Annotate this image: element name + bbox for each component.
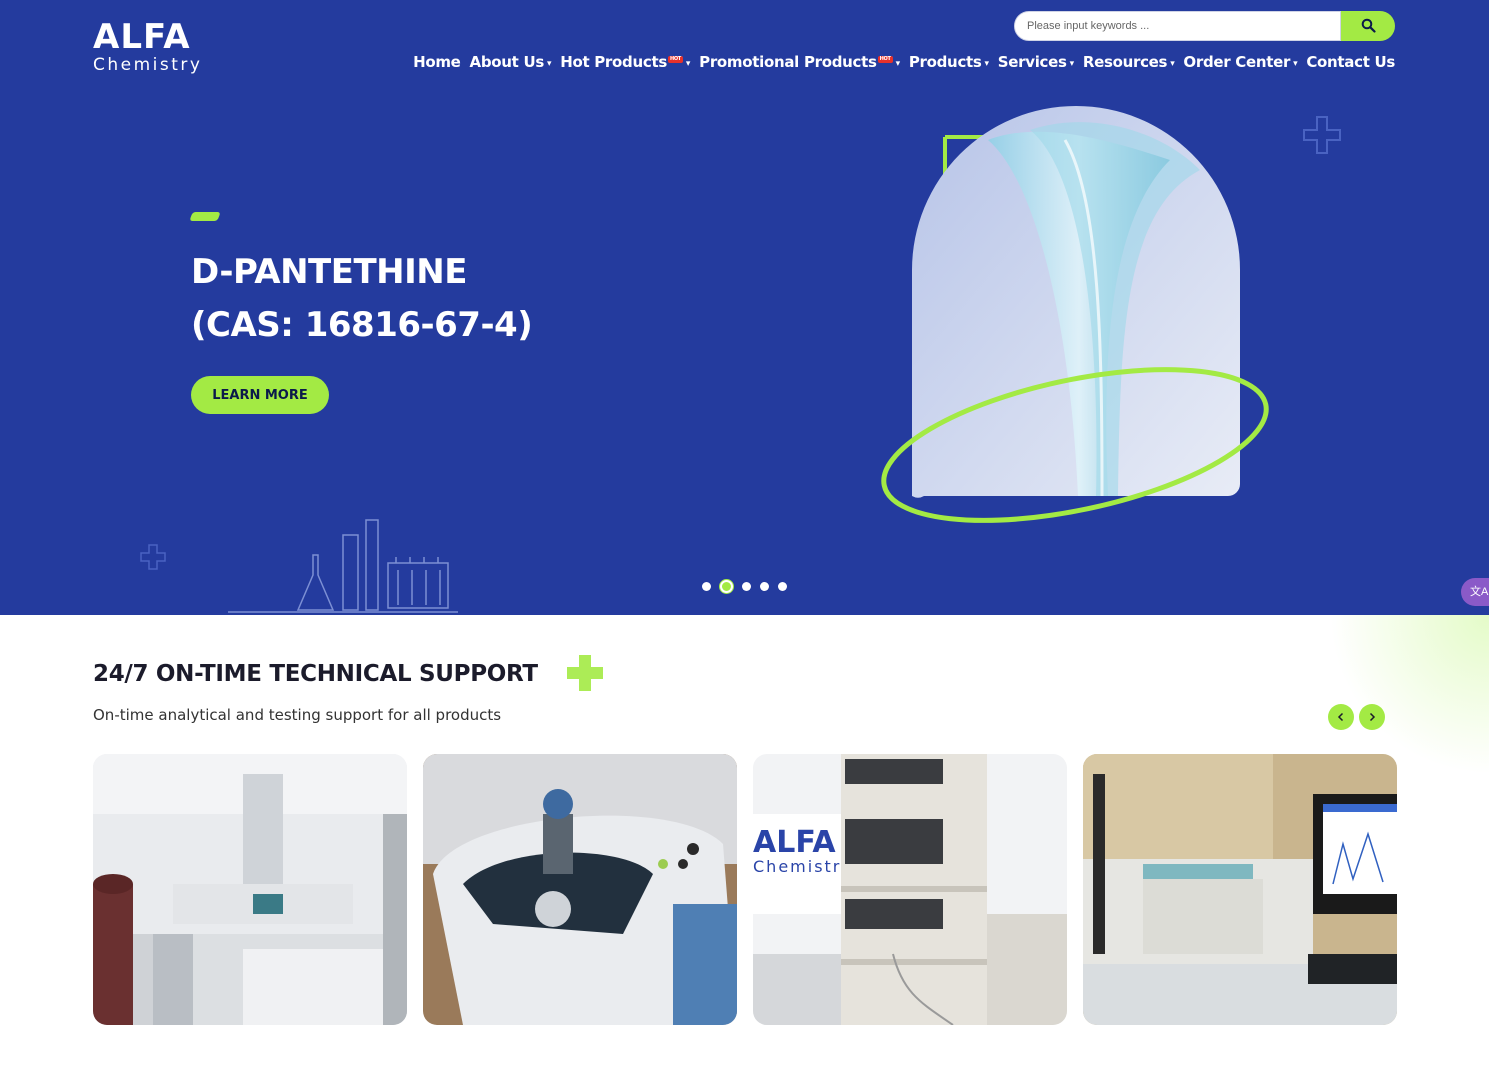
nav-item-label: Promotional Products (699, 53, 877, 71)
chevron-down-icon: ▾ (1170, 59, 1175, 69)
logo-wordmark: ALFA (93, 17, 191, 57)
section-subtitle: On-time analytical and testing support f… (93, 706, 502, 724)
search-input[interactable] (1014, 11, 1341, 41)
slider-dot-3[interactable] (742, 582, 751, 591)
slider-dot-4[interactable] (760, 582, 769, 591)
logo-subtitle: Chemistry (93, 55, 203, 75)
chevron-left-icon (1337, 712, 1344, 722)
hot-badge: HOT (877, 56, 893, 63)
chevron-down-icon: ▾ (895, 59, 901, 69)
support-gallery: ALFA Chemistry (93, 754, 1397, 1025)
nav-item-products[interactable]: Products ▾ (909, 53, 989, 71)
nav-item-label: Home (413, 53, 461, 71)
nav-item-about-us[interactable]: About Us ▾ (470, 53, 552, 71)
hot-badge: HOT (667, 56, 683, 63)
chevron-right-icon (1369, 712, 1376, 722)
hero-headline: D-PANTETHINE (CAS: 16816-67-4) (191, 246, 533, 352)
learn-more-button[interactable]: LEARN MORE (191, 376, 329, 414)
hero-title-line2: (CAS: 16816-67-4) (191, 305, 533, 345)
decorative-glow (1329, 615, 1489, 775)
chevron-down-icon: ▾ (685, 59, 691, 69)
gas-chromatograph-photo (93, 754, 407, 1025)
nav-item-promotional-products[interactable]: Promotional Products HOT ▾ (699, 53, 900, 71)
nav-item-label: Products (908, 53, 982, 71)
chevron-down-icon: ▾ (1293, 59, 1298, 69)
alfa-chemistry-logo[interactable]: ALFA Chemistry (93, 20, 202, 75)
gallery-card-2[interactable] (423, 754, 737, 1025)
nav-item-resources[interactable]: Resources ▾ (1083, 53, 1175, 71)
chevron-down-icon: ▾ (546, 59, 552, 69)
slider-dot-2[interactable] (720, 580, 733, 593)
slider-dot-5[interactable] (778, 582, 787, 591)
decorative-cross-icon (1303, 116, 1341, 154)
chevron-down-icon: ▾ (984, 59, 990, 69)
decorative-cross-icon (140, 544, 166, 570)
main-nav: Home About Us ▾ Hot Products HOT ▾ Promotional… (404, 53, 1395, 71)
nav-item-label: Order Center (1183, 53, 1291, 71)
hero-title-line1: D-PANTETHINE (191, 252, 467, 292)
gallery-card-3[interactable]: ALFA Chemistry (753, 754, 1067, 1025)
translate-icon: 文A (1470, 586, 1489, 598)
nav-item-services[interactable]: Services ▾ (998, 53, 1074, 71)
microplate-reader-photo (1083, 754, 1397, 1025)
nav-item-label: About Us (469, 53, 545, 71)
gallery-card-4[interactable] (1083, 754, 1397, 1025)
photo-logo-bottom: Chemistry (753, 857, 853, 876)
section-title: 24/7 ON-TIME TECHNICAL SUPPORT (93, 661, 538, 687)
decorative-plus-icon (567, 655, 603, 691)
nav-item-label: Resources (1082, 53, 1168, 71)
nav-item-order-center[interactable]: Order Center ▾ (1183, 53, 1297, 71)
spectrometer-photo (423, 754, 737, 1025)
translate-button[interactable]: 文A (1461, 578, 1489, 606)
search-button[interactable] (1341, 11, 1395, 41)
lab-glassware-icon (228, 519, 458, 613)
hplc-system-photo: ALFA Chemistry (753, 754, 1067, 1025)
photo-logo-top: ALFA (753, 825, 836, 860)
carousel-next-button[interactable] (1359, 704, 1385, 730)
nav-item-label: Hot Products (560, 53, 667, 71)
slider-pagination (702, 580, 787, 593)
nav-item-label: Services (997, 53, 1067, 71)
hero-banner: ALFA Chemistry HomeAbout Us▾Hot Products… (0, 0, 1489, 615)
search-icon (1361, 18, 1376, 33)
nav-item-label: Contact Us (1306, 53, 1395, 71)
hero-product-image (881, 106, 1269, 523)
gallery-card-1[interactable] (93, 754, 407, 1025)
headline-accent (189, 212, 221, 221)
slider-dot-1[interactable] (702, 582, 711, 591)
nav-item-contact-us[interactable]: Contact Us (1306, 53, 1395, 71)
nav-item-home[interactable]: Home (413, 53, 461, 71)
chevron-down-icon: ▾ (1069, 59, 1075, 69)
carousel-prev-button[interactable] (1328, 704, 1354, 730)
nav-item-hot-products[interactable]: Hot Products HOT ▾ (560, 53, 690, 71)
search-bar (1014, 11, 1395, 41)
